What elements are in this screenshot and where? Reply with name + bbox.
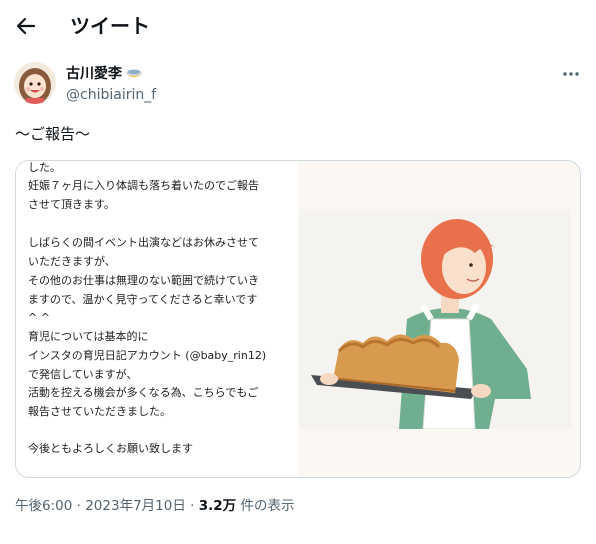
media-text-line: 育児については基本的に bbox=[28, 330, 149, 343]
tweet-meta: 午後6:00 · 2023年7月10日 · 3.2万 件の表示 bbox=[15, 496, 294, 516]
media-text-line: その他のお仕事は無理のない範囲で続けていき bbox=[28, 274, 259, 287]
media-announcement-text: した。 妊娠７ヶ月に入り体調も落ち着いたのでご報告 させて頂きます。 しばらくの… bbox=[16, 161, 298, 477]
view-count: 3.2万 bbox=[198, 498, 237, 514]
media-text-line: いただきますが、 bbox=[28, 255, 116, 268]
media-text-line: ^ ^ bbox=[28, 311, 50, 324]
author-handle[interactable]: @chibiairin_f bbox=[66, 86, 156, 104]
more-dots-icon bbox=[563, 72, 579, 76]
baby-bottle-emoji-icon bbox=[126, 69, 142, 78]
media-text-line: 報告させていただきました。 bbox=[28, 405, 171, 418]
back-button[interactable] bbox=[12, 12, 40, 40]
more-options-button[interactable] bbox=[556, 64, 586, 84]
photo-woman-holding-bread bbox=[299, 209, 571, 429]
top-bar: ツイート bbox=[0, 0, 596, 54]
meta-separator: · bbox=[190, 498, 195, 514]
page-title: ツイート bbox=[70, 14, 150, 38]
author-name-text: 古川愛李 bbox=[66, 66, 122, 82]
arrow-left-icon bbox=[16, 17, 36, 35]
media-text-line: ますので、温かく見守ってくださると幸いです bbox=[28, 293, 258, 306]
tweet-date-link[interactable]: 2023年7月10日 bbox=[85, 498, 186, 514]
media-text-line: 活動を控える機会が多くなる為、こちらでもご bbox=[28, 386, 259, 399]
media-text-line: させて頂きます。 bbox=[28, 198, 115, 211]
media-text-line: しばらくの間イベント出演などはお休みさせて bbox=[28, 236, 259, 249]
media-text-line: インスタの育児日記アカウント (@baby_rin12) bbox=[28, 349, 267, 362]
tweet-media-image[interactable]: した。 妊娠７ヶ月に入り体調も落ち着いたのでご報告 させて頂きます。 しばらくの… bbox=[15, 160, 581, 478]
tweet-time-link[interactable]: 午後6:00 bbox=[15, 498, 72, 514]
tweet-text: 〜ご報告〜 bbox=[15, 125, 91, 143]
view-count-label: 件の表示 bbox=[240, 498, 295, 514]
media-text-line: した。 bbox=[28, 161, 61, 174]
author-display-name[interactable]: 古川愛李 bbox=[66, 65, 143, 83]
media-text-line: 妊娠７ヶ月に入り体調も落ち着いたのでご報告 bbox=[28, 179, 259, 192]
avatar[interactable] bbox=[14, 62, 56, 104]
media-text-line: で発信していますが、 bbox=[28, 368, 138, 381]
meta-separator: · bbox=[76, 498, 81, 514]
media-text-line: 今後ともよろしくお願い致します bbox=[28, 442, 193, 455]
